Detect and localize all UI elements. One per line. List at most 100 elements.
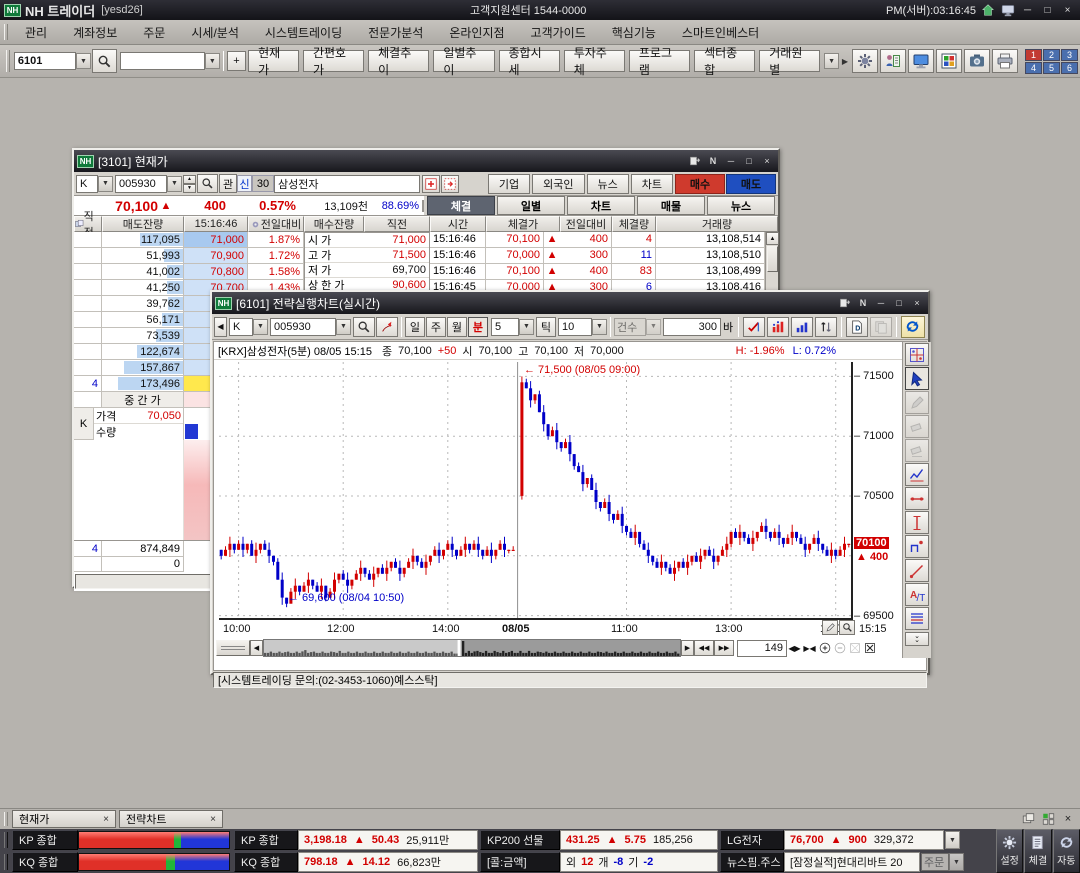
virtual-page-3[interactable]: 3 — [1061, 48, 1078, 61]
link-button-기업[interactable]: 기업 — [487, 173, 531, 194]
quick-button-체결추이[interactable]: 체결추이 — [368, 46, 430, 77]
period-button-월[interactable]: 월 — [446, 316, 467, 337]
link-button-뉴스[interactable]: 뉴스 — [586, 173, 629, 194]
cursor-icon[interactable] — [905, 367, 929, 390]
navigator-strip[interactable] — [263, 639, 681, 657]
period-button-분[interactable]: 분 — [467, 316, 488, 337]
menu-item-계좌정보[interactable]: 계좌정보 — [60, 24, 130, 41]
minute-combo[interactable]: ▼ — [490, 317, 534, 336]
watch-stock-combo-arrow-icon[interactable]: ▼ — [945, 831, 960, 849]
menu-item-관리[interactable]: 관리 — [12, 24, 60, 41]
win6101-minimize-button[interactable]: ─ — [873, 297, 889, 310]
link-button-외국인[interactable]: 외국인 — [532, 173, 585, 194]
screen-combo-arrow-icon[interactable]: ▼ — [75, 53, 91, 69]
screen-tab-close-icon[interactable]: × — [103, 814, 109, 825]
code-combo-arrow-icon[interactable]: ▼ — [167, 175, 182, 192]
stock-combo[interactable]: ▼ — [119, 52, 220, 70]
scrollbar-thumb[interactable] — [766, 246, 778, 272]
new-document-icon[interactable]: D — [846, 316, 868, 337]
chart-market-input[interactable] — [229, 317, 253, 336]
screen-tab-전략차트[interactable]: 전략차트 × — [119, 810, 223, 828]
stock-combo-input[interactable] — [119, 52, 205, 70]
trade-row[interactable]: 15:16:46 70,100 ▲ 400 4 13,108,514 — [430, 231, 778, 248]
order-link-icon[interactable] — [441, 174, 459, 193]
tick-button[interactable]: 틱 — [535, 316, 556, 337]
red-bars-chart-icon[interactable] — [767, 316, 790, 337]
zoom-in-icon[interactable] — [817, 640, 832, 656]
toolbar-grip[interactable] — [6, 49, 10, 73]
axis-zoom-icon[interactable] — [839, 620, 855, 635]
status2-grip[interactable] — [4, 854, 8, 870]
trade-row[interactable]: 15:16:46 70,000 ▲ 300 11 13,108,510 — [430, 247, 778, 264]
win6101-close-button[interactable]: × — [909, 297, 925, 310]
tools-scroll-down-icon[interactable]: ⌄ ⌄ — [905, 632, 929, 646]
ask-price[interactable]: 70,800 — [184, 264, 248, 280]
quote-tab-일별[interactable]: 일별 — [497, 196, 565, 215]
trade-row[interactable]: 15:16:46 70,100 ▲ 400 83 13,108,499 — [430, 263, 778, 280]
virtual-page-4[interactable]: 4 — [1025, 61, 1042, 74]
diagonal-line-icon[interactable] — [905, 559, 929, 582]
tick-combo[interactable]: ▼ — [557, 317, 607, 336]
quote-tab-체결[interactable]: 체결 — [427, 196, 495, 215]
buy-button[interactable]: 매수 — [675, 173, 725, 194]
watch-stock-cell[interactable]: 76,700 ▲ 900 329,372 — [784, 830, 944, 850]
chart-market-combo[interactable]: ▼ — [229, 317, 268, 336]
win6101-maximize-button[interactable]: □ — [891, 297, 907, 310]
search-button[interactable] — [91, 49, 117, 73]
sort-updown-icon[interactable] — [815, 316, 838, 337]
status1-grip[interactable] — [4, 832, 8, 848]
bar-count-input[interactable] — [662, 317, 721, 336]
side-button-체결[interactable]: 체결 — [1024, 829, 1052, 873]
screen-number-combo[interactable]: ▼ — [13, 52, 91, 70]
quick-button-종합시세[interactable]: 종합시세 — [498, 46, 560, 77]
stock-combo-arrow-icon[interactable]: ▼ — [204, 53, 220, 69]
chart-code-combo[interactable]: ▼ — [270, 317, 351, 336]
analyst-icon[interactable] — [880, 49, 906, 73]
text-tool-icon[interactable]: A/T — [905, 583, 929, 606]
nav-shrink-icon[interactable]: ▶◀ — [802, 640, 817, 656]
win6101-titlebar[interactable]: NH [6101] 전략실행차트(실시간) N ─ □ × — [212, 292, 928, 314]
more-screens-arrow-icon[interactable]: ▼ — [824, 53, 839, 69]
virtual-page-1[interactable]: 1 — [1025, 48, 1042, 61]
kq-index-cell[interactable]: 798.18 ▲ 14.12 66,823만 — [298, 852, 478, 872]
camera-icon[interactable] — [964, 49, 990, 73]
win3101-minimize-button[interactable]: ─ — [723, 155, 739, 168]
gear-icon[interactable] — [852, 49, 878, 73]
auto-refresh-icon[interactable] — [900, 315, 925, 338]
spinner-up-icon[interactable]: ▲ — [183, 174, 196, 184]
menu-item-고객가이드[interactable]: 고객가이드 — [518, 24, 599, 41]
market-combo-input[interactable] — [76, 174, 98, 193]
vertical-line-icon[interactable] — [905, 511, 929, 534]
market-combo[interactable]: ▼ — [76, 174, 113, 193]
code-combo-input[interactable] — [115, 174, 167, 193]
win3101-maximize-button[interactable]: □ — [741, 155, 757, 168]
nav-left-icon[interactable]: ◀ — [250, 640, 263, 656]
menu-item-온라인지점[interactable]: 온라인지점 — [436, 24, 517, 41]
chart-code-input[interactable] — [270, 317, 336, 336]
minute-input[interactable] — [490, 317, 519, 336]
chart-market-arrow-icon[interactable]: ▼ — [253, 318, 268, 335]
investor-flows-cell[interactable]: 외 12 개 -8 기 -2 — [560, 852, 718, 872]
side-button-설정[interactable]: 설정 — [996, 829, 1024, 873]
market-combo-arrow-icon[interactable]: ▼ — [98, 175, 113, 192]
code-search-icon[interactable] — [197, 174, 218, 193]
printer-icon[interactable] — [992, 49, 1018, 73]
monitor-icon[interactable] — [908, 49, 934, 73]
period-button-주[interactable]: 주 — [425, 316, 446, 337]
quick-button-투자주체[interactable]: 투자주체 — [563, 46, 625, 77]
minute-arrow-icon[interactable]: ▼ — [518, 318, 534, 335]
virtual-page-5[interactable]: 5 — [1043, 61, 1060, 74]
menu-item-시스템트레이딩[interactable]: 시스템트레이딩 — [252, 24, 355, 41]
spinner-down-icon[interactable]: ▼ — [183, 183, 196, 193]
quick-button-거래원별[interactable]: 거래원별 — [759, 46, 821, 77]
menu-item-주문[interactable]: 주문 — [130, 24, 178, 41]
navigator-grip[interactable] — [216, 640, 250, 656]
tile-windows-icon[interactable] — [1039, 811, 1057, 827]
nav-right-icon[interactable]: ▶ — [681, 640, 694, 656]
side-button-자동[interactable]: 자동 — [1052, 829, 1080, 873]
zigzag-line-icon[interactable] — [905, 463, 929, 486]
remote-monitor-icon[interactable] — [999, 3, 1016, 17]
blue-bars-chart-icon[interactable] — [791, 316, 814, 337]
visible-bars-input[interactable] — [737, 639, 787, 657]
win6101-export-icon[interactable] — [837, 297, 853, 310]
